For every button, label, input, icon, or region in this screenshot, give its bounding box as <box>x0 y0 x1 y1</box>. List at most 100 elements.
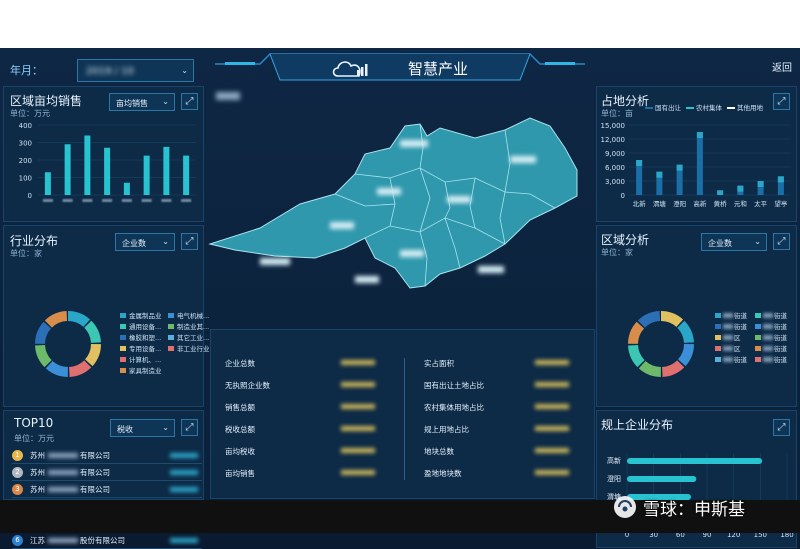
company-suffix: 有限公司 <box>80 485 110 494</box>
back-button[interactable]: 返回 <box>772 59 792 74</box>
sales-bar <box>123 182 130 195</box>
stat-row: 无执照企业数 <box>225 380 395 394</box>
industry-donut-chart <box>35 311 101 377</box>
land-legend-item: 其他用地 <box>727 102 763 112</box>
stat-value-blurred <box>535 426 569 431</box>
stat-value-blurred <box>535 360 569 365</box>
top10-panel: TOP10 单位：万元 税收 ⌄ ⤢ 1 苏州 有限公司 2 苏州 有限公司 3 苏州 有限公司… <box>3 410 204 549</box>
industry-legend-label: 制造业其... <box>177 323 210 331</box>
region-legend-item: 街道 <box>715 321 747 331</box>
expand-icon[interactable]: ⤢ <box>181 419 198 436</box>
industry-legend-item: 电气机械... <box>168 310 209 320</box>
cloud-chart-icon <box>332 61 368 77</box>
donut-segment <box>628 311 694 377</box>
scale-bar <box>627 458 763 464</box>
industry-legend-label: 非工业行业 <box>177 345 210 353</box>
industry-legend-item: 通用设备... <box>120 321 161 331</box>
sales-panel: 区域亩均销售 单位：万元 亩均销售 ⌄ ⤢ 400 300 200 100 0 <box>3 86 204 222</box>
stat-value-blurred <box>535 404 569 409</box>
stat-value-blurred <box>341 470 375 475</box>
region-legend-item: 街道 <box>755 354 787 364</box>
y-tick-label: 100 <box>19 175 32 183</box>
company-value-blurred <box>170 470 198 475</box>
industry-legend-item: 家具制造业 <box>120 365 162 375</box>
legend-swatch <box>755 346 761 351</box>
land-bar-cap <box>656 171 663 178</box>
stat-row: 亩均销售 <box>225 468 395 482</box>
land-bar-cap <box>636 160 643 166</box>
stat-label: 企业总数 <box>225 359 255 368</box>
industry-legend-label: 金属制品业 <box>129 312 162 320</box>
stat-label: 农村集体用地占比 <box>424 403 484 412</box>
industry-select[interactable]: 企业数 ⌄ <box>115 233 175 251</box>
chevron-down-icon: ⌄ <box>754 237 761 246</box>
expand-icon[interactable]: ⤢ <box>773 93 790 110</box>
donut-segment <box>35 311 101 377</box>
donut-segment <box>35 311 101 377</box>
company-suffix: 股份有限公司 <box>80 536 125 545</box>
y-tick-label: 6,000 <box>605 164 625 172</box>
sales-select[interactable]: 亩均销售 ⌄ <box>109 93 175 111</box>
legend-swatch <box>120 346 126 351</box>
expand-icon[interactable]: ⤢ <box>773 419 790 436</box>
region-legend: 街道 街道 街道 街道区街道区街道 街道 街道 <box>715 310 799 380</box>
stat-value-blurred <box>341 448 375 453</box>
donut-segment <box>628 311 694 377</box>
x-tick-label-blurred <box>42 199 53 202</box>
region-legend-label: 街道 <box>734 356 747 364</box>
region-panel: 区域分析 单位：家 企业数 ⌄ ⤢ 街道 街道 街道 街道区街道区街道 街道 街道 <box>596 225 797 407</box>
legend-name-blurred <box>763 313 773 318</box>
donut-segment <box>35 311 101 377</box>
legend-name-blurred <box>763 335 773 340</box>
legend-swatch <box>715 357 721 362</box>
legend-swatch <box>168 313 174 318</box>
industry-legend-item: 计算机、... <box>120 354 161 364</box>
legend-swatch <box>715 313 721 318</box>
industry-legend-item: 非工业行业 <box>168 343 210 353</box>
expand-icon[interactable]: ⤢ <box>181 233 198 250</box>
stat-label: 实占面积 <box>424 359 454 368</box>
industry-legend-label: 电气机械... <box>177 312 210 320</box>
stat-label: 销售总额 <box>225 403 255 412</box>
legend-swatch <box>645 107 653 109</box>
expand-icon[interactable]: ⤢ <box>773 233 790 250</box>
x-tick-label: 望亭 <box>774 199 788 208</box>
top10-select[interactable]: 税收 ⌄ <box>110 419 175 437</box>
rank-badge: 6 <box>12 535 23 546</box>
year-label: 年月： <box>10 64 43 77</box>
region-map <box>208 117 578 289</box>
sales-title: 区域亩均销售 <box>10 94 83 108</box>
row-divider <box>12 463 202 464</box>
donut-segment <box>35 311 101 377</box>
chevron-down-icon: ⌄ <box>162 97 169 106</box>
donut-segment <box>35 311 101 377</box>
region-legend-item: 街道 <box>755 321 787 331</box>
donut-segment <box>628 311 694 377</box>
region-donut-chart <box>628 311 694 377</box>
industry-legend-label: 橡胶和塑... <box>129 334 162 342</box>
stat-label: 无执照企业数 <box>225 381 270 390</box>
date-select[interactable]: 2019 / 10 ⌄ <box>77 59 194 82</box>
rank-badge: 1 <box>12 450 23 461</box>
legend-swatch <box>168 335 174 340</box>
sales-bar-chart: 400 300 200 100 0 <box>19 122 196 202</box>
land-bar-cap <box>696 132 703 138</box>
company-name-blurred <box>48 453 78 458</box>
region-legend-item: 街道 <box>755 310 787 320</box>
expand-icon[interactable]: ⤢ <box>181 93 198 110</box>
legend-swatch <box>755 335 761 340</box>
snowball-logo-icon <box>614 496 636 518</box>
industry-legend-label: 计算机、... <box>129 356 162 364</box>
stat-label: 亩均税收 <box>225 447 255 456</box>
legend-name-blurred <box>763 324 773 329</box>
region-legend-item: 街道 <box>755 332 787 342</box>
legend-swatch <box>727 107 735 109</box>
land-panel: 占地分析 单位：亩 国有出让 农村集体 其他用地 ⤢ 15,000 12,000 9,0… <box>596 86 797 222</box>
stat-value-blurred <box>341 360 375 365</box>
region-legend-label: 街道 <box>774 345 787 353</box>
stat-row: 企业总数 <box>225 358 395 372</box>
region-select[interactable]: 企业数 ⌄ <box>701 233 767 251</box>
y-tick-label: 0 <box>28 192 32 200</box>
y-tick-label: 400 <box>19 122 32 130</box>
industry-legend-item: 橡胶和塑... <box>120 332 161 342</box>
